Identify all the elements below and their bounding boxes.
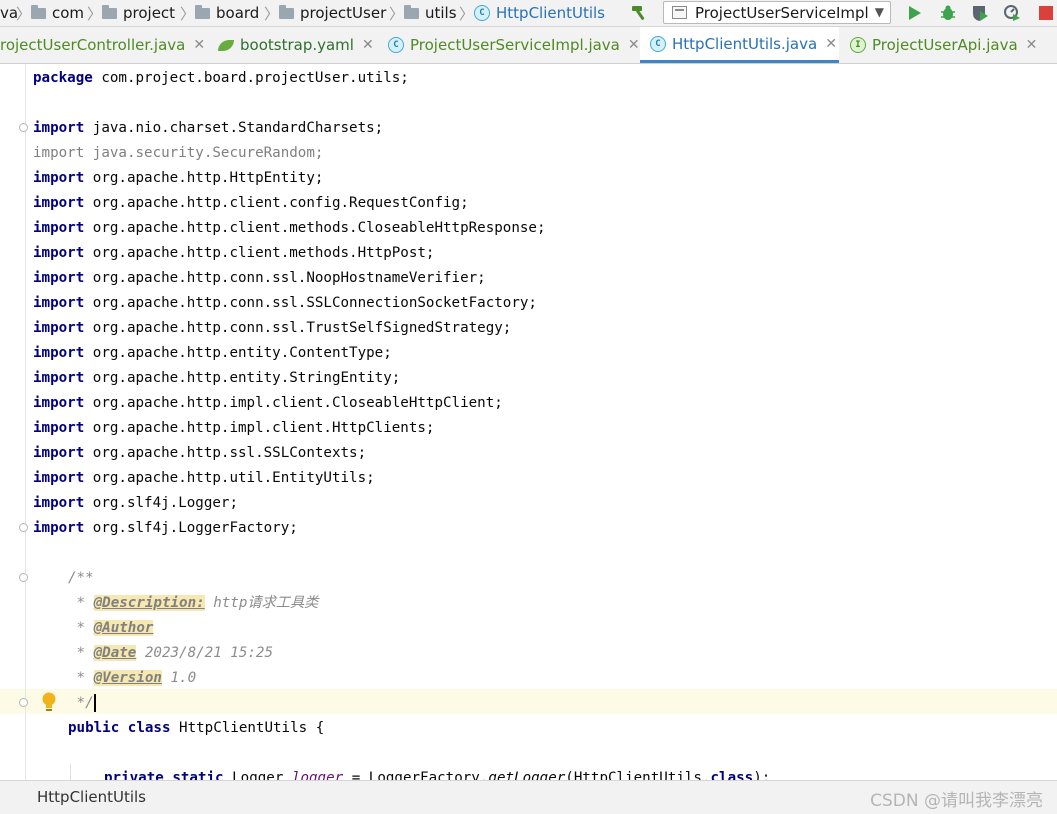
close-icon[interactable]: ✕: [193, 37, 205, 53]
breadcrumb-separator: 〉: [16, 5, 32, 23]
fold-marker[interactable]: [19, 523, 28, 532]
code-line: import org.apache.http.client.methods.Ht…: [33, 245, 435, 261]
breadcrumb-item[interactable]: utils: [404, 3, 457, 23]
fold-marker[interactable]: [19, 698, 28, 707]
editor-tabs: rojectUserController.java ✕ bootstrap.ya…: [0, 27, 1057, 64]
close-icon[interactable]: ✕: [825, 36, 837, 52]
javadoc-line: * @Author: [68, 620, 154, 636]
folder-icon: [31, 4, 46, 19]
breadcrumb-separator: 〉: [87, 5, 103, 23]
code-line: import org.apache.http.entity.ContentTyp…: [33, 345, 392, 361]
javadoc-line: * @Description: http请求工具类: [68, 595, 319, 611]
javadoc-line: * @Version 1.0: [68, 670, 197, 686]
class-icon: C: [474, 5, 490, 21]
gutter-divider: [25, 64, 26, 780]
breadcrumb-item[interactable]: C HttpClientUtils: [474, 3, 605, 23]
chevron-down-icon: ▼: [874, 5, 884, 19]
code-line: import org.apache.http.util.EntityUtils;: [33, 470, 375, 486]
code-editor[interactable]: package com.project.board.projectUser.ut…: [0, 64, 1057, 780]
navigation-bar: va 〉 com 〉 project 〉 board 〉 projectUser…: [0, 0, 1057, 27]
run-configuration-select[interactable]: ProjectUserServiceImpl ▼: [663, 1, 891, 24]
code-line: import org.apache.http.impl.client.HttpC…: [33, 420, 435, 436]
code-line: package com.project.board.projectUser.ut…: [33, 70, 409, 86]
code-line: import org.apache.http.HttpEntity;: [33, 170, 324, 186]
folder-icon: [195, 4, 210, 19]
run-with-coverage-icon[interactable]: [970, 3, 990, 23]
editor-breadcrumb-bar: HttpClientUtils CSDN @请叫我李漂亮: [0, 780, 1057, 814]
tab-bootstrap-yaml[interactable]: bootstrap.yaml ✕: [218, 27, 376, 63]
close-icon[interactable]: ✕: [628, 37, 640, 53]
folder-icon: [279, 4, 294, 19]
tab-project-user-api[interactable]: I ProjectUserApi.java ✕: [850, 27, 1057, 63]
code-line: import org.apache.http.conn.ssl.SSLConne…: [33, 295, 537, 311]
close-icon[interactable]: ✕: [362, 37, 374, 53]
tab-http-client-utils[interactable]: C HttpClientUtils.java ✕: [640, 27, 839, 63]
close-icon[interactable]: ✕: [1026, 37, 1038, 53]
code-line: import org.apache.http.entity.StringEnti…: [33, 370, 401, 386]
code-line: import org.apache.http.client.config.Req…: [33, 195, 469, 211]
tab-project-user-controller[interactable]: rojectUserController.java ✕: [0, 27, 205, 63]
folder-icon: [102, 4, 117, 19]
lightbulb-icon[interactable]: [40, 691, 58, 713]
code-line: import org.apache.http.conn.ssl.TrustSel…: [33, 320, 512, 336]
breadcrumb-separator: 〉: [180, 5, 196, 23]
text-cursor: [93, 694, 96, 712]
code-line: import org.apache.http.impl.client.Close…: [33, 395, 503, 411]
breadcrumb-item[interactable]: board: [195, 3, 259, 23]
run-icon[interactable]: [905, 3, 925, 23]
code-line: import org.slf4j.LoggerFactory;: [33, 520, 298, 536]
class-icon: C: [388, 37, 404, 53]
current-line-highlight: [0, 689, 1057, 714]
code-line: public class HttpClientUtils {: [68, 720, 325, 736]
watermark: CSDN @请叫我李漂亮: [870, 791, 1043, 811]
indent-guide: [70, 764, 71, 780]
breadcrumb-item[interactable]: projectUser: [279, 3, 386, 23]
fold-marker[interactable]: [19, 573, 28, 582]
javadoc-line: /**: [68, 570, 94, 586]
code-line-unused-import: import java.security.SecureRandom;: [33, 145, 324, 161]
build-hammer-icon[interactable]: [629, 4, 649, 22]
stop-icon[interactable]: [1036, 3, 1056, 23]
code-line: private static Logger logger = LoggerFac…: [104, 770, 771, 780]
folder-icon: [404, 4, 419, 19]
code-line: import org.apache.http.conn.ssl.NoopHost…: [33, 270, 486, 286]
breadcrumb-item[interactable]: com: [31, 3, 84, 23]
interface-icon: I: [850, 37, 866, 53]
code-line: import java.nio.charset.StandardCharsets…: [33, 120, 384, 136]
code-line: import org.slf4j.Logger;: [33, 495, 238, 511]
javadoc-line: * @Date 2023/8/21 15:25: [68, 645, 274, 661]
breadcrumb-separator: 〉: [459, 5, 475, 23]
code-line: import org.apache.http.ssl.SSLContexts;: [33, 445, 367, 461]
breadcrumb-separator: 〉: [264, 5, 280, 23]
code-line: import org.apache.http.client.methods.Cl…: [33, 220, 546, 236]
tab-project-user-service-impl[interactable]: C ProjectUserServiceImpl.java ✕: [388, 27, 640, 63]
breadcrumb-item[interactable]: project: [102, 3, 175, 23]
debug-bug-icon[interactable]: [938, 3, 958, 23]
fold-marker[interactable]: [19, 123, 28, 132]
breadcrumb-separator: 〉: [389, 5, 405, 23]
spring-leaf-icon: [218, 39, 234, 51]
structure-breadcrumb[interactable]: HttpClientUtils: [37, 788, 146, 806]
run-configuration-icon: [672, 6, 687, 19]
profiler-icon[interactable]: [1002, 3, 1022, 23]
javadoc-line: */: [68, 694, 96, 712]
class-icon: C: [650, 35, 666, 52]
